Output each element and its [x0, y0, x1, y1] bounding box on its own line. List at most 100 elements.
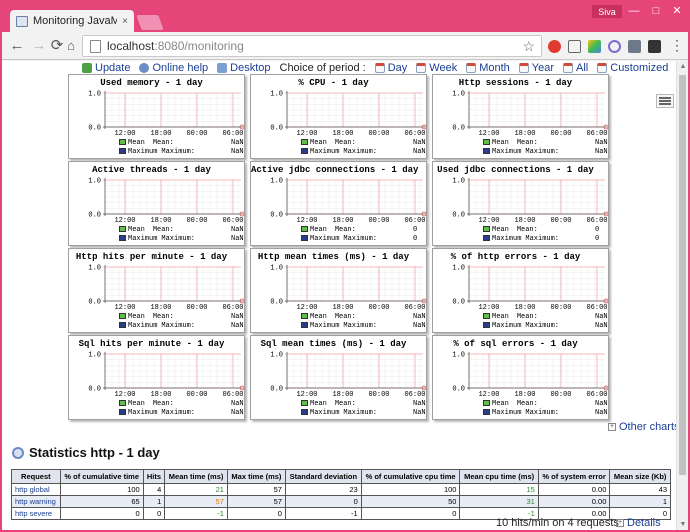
legend-mean-row: Mean Mean: NaN — [119, 313, 244, 321]
chart-card-used-memory-1-day[interactable]: 1.0 0.0 12:00 18:00 00:00 06:00 Used memory - … — [68, 74, 245, 159]
cast-icon[interactable] — [568, 40, 581, 53]
table-cell: 100 — [59, 483, 144, 496]
column-header[interactable]: % of system error — [537, 469, 611, 484]
legend-mean-row: Mean Mean: NaN — [301, 139, 426, 147]
scroll-up-icon[interactable]: ▲ — [678, 63, 688, 70]
maximum-swatch — [119, 409, 126, 415]
update-link[interactable]: Update — [82, 62, 130, 74]
chart-card-sql-hits-per-minute-1-day[interactable]: 1.0 0.0 12:00 18:00 00:00 06:00 Sql hits per m… — [68, 335, 245, 420]
column-header[interactable]: % of cumulative time — [59, 469, 144, 484]
chart-title: Sql hits per minute - 1 day — [78, 339, 225, 349]
legend-maximum-row: Maximum Maximum: NaN — [119, 148, 244, 156]
chart-card-http-hits-per-minute-1-day[interactable]: 1.0 0.0 12:00 18:00 00:00 06:00 Http hits per … — [68, 248, 245, 333]
table-cell: 1 — [142, 495, 166, 508]
link-extension-icon[interactable] — [608, 40, 621, 53]
y-tick-label: 1.0 — [88, 352, 101, 360]
column-header[interactable]: Mean cpu time (ms) — [459, 469, 539, 484]
online-help-link[interactable]: Online help — [139, 62, 208, 74]
legend-mean-row: Mean Mean: 0 — [301, 226, 417, 234]
x-tick-label: 06:00 — [404, 130, 425, 138]
dark-extension-icon[interactable] — [648, 40, 661, 53]
table-cell: 1 — [609, 495, 671, 508]
table-cell: -1 — [284, 507, 362, 520]
table-cell: 23 — [284, 483, 362, 496]
desktop-link[interactable]: Desktop — [217, 62, 271, 74]
opera-extension-icon[interactable] — [548, 40, 561, 53]
period-all-link[interactable]: All — [563, 62, 588, 74]
period-day-link[interactable]: Day — [374, 62, 407, 74]
request-link[interactable]: http warning — [11, 495, 61, 508]
tab-close-icon[interactable]: × — [122, 16, 128, 27]
x-tick-label: 18:00 — [150, 217, 171, 225]
table-row: http global 100 4 21 57 23 100 15 0.00 43 — [11, 483, 671, 496]
column-header[interactable]: % of cumulative cpu time — [360, 469, 461, 484]
table-row: http warning 65 1 57 57 0 50 31 0.00 1 — [11, 495, 671, 508]
chart-card-http-mean-times-ms-1-day[interactable]: 1.0 0.0 12:00 18:00 00:00 06:00 Http mean time… — [250, 248, 427, 333]
column-header[interactable]: Mean size (Kb) — [609, 469, 671, 484]
back-arrow-icon[interactable]: ← — [8, 37, 26, 55]
page-info-icon[interactable] — [90, 39, 101, 53]
x-tick-label: 06:00 — [222, 391, 243, 399]
legend-mean-label: Mean — [310, 139, 327, 147]
legend-mean-row: Mean Mean: NaN — [119, 139, 244, 147]
period-week-link[interactable]: Week — [416, 62, 457, 74]
period-year-link[interactable]: Year — [518, 62, 554, 74]
page-scrollbar[interactable]: ▲ ▼ — [676, 61, 688, 530]
menu-hamburger-icon[interactable] — [656, 94, 674, 108]
chart-title: % of sql errors - 1 day — [453, 339, 578, 349]
maximize-button[interactable]: □ — [645, 4, 667, 18]
chart-card-sql-mean-times-ms-1-day[interactable]: 1.0 0.0 12:00 18:00 00:00 06:00 Sql mean times… — [250, 335, 427, 420]
home-icon[interactable]: ⌂ — [62, 37, 80, 55]
forward-arrow-icon[interactable]: → — [30, 37, 48, 55]
x-tick-label: 12:00 — [478, 391, 499, 399]
legend-maximum-value-label: Maximum: — [343, 409, 378, 417]
address-bar[interactable]: localhost:8080/monitoring ☆ — [82, 35, 542, 57]
x-tick-label: 06:00 — [586, 391, 607, 399]
request-link[interactable]: http global — [11, 483, 61, 496]
legend-mean-value-label: Mean: — [152, 400, 174, 408]
chart-card-of-http-errors-1-day[interactable]: 1.0 0.0 12:00 18:00 00:00 06:00 % of http erro… — [432, 248, 609, 333]
bookmark-star-icon[interactable]: ☆ — [522, 38, 535, 55]
chart-card-active-threads-1-day[interactable]: 1.0 0.0 12:00 18:00 00:00 06:00 Active threads… — [68, 161, 245, 246]
scrollbar-thumb[interactable] — [679, 75, 686, 475]
chart-card-http-sessions-1-day[interactable]: 1.0 0.0 12:00 18:00 00:00 06:00 Http sessions … — [432, 74, 609, 159]
column-header[interactable]: Max time (ms) — [226, 469, 286, 484]
x-tick-label: 06:00 — [404, 304, 425, 312]
column-header[interactable]: Hits — [142, 469, 166, 484]
table-header-row: Request% of cumulative time Hits Mean time… — [11, 469, 671, 484]
browser-tab[interactable]: Monitoring JavaMelody × — [10, 10, 134, 32]
legend-mean-value-label: Mean: — [152, 139, 174, 147]
minimize-button[interactable]: — — [623, 4, 645, 18]
period-month-link[interactable]: Month — [466, 62, 510, 74]
column-header[interactable]: Standard deviation — [284, 469, 362, 484]
chart-card-cpu-1-day[interactable]: 1.0 0.0 12:00 18:00 00:00 06:00 % CPU - 1 day M… — [250, 74, 427, 159]
legend-mean-value-label: Mean: — [152, 313, 174, 321]
pocket-extension-icon[interactable] — [628, 40, 641, 53]
mean-swatch — [301, 139, 308, 145]
legend-maximum-label: Maximum — [128, 235, 158, 243]
x-tick-label: 00:00 — [550, 130, 571, 138]
browser-menu-icon[interactable]: ⋮ — [670, 37, 684, 54]
request-link[interactable]: http severe — [11, 507, 61, 520]
legend-mean-row: Mean Mean: NaN — [483, 400, 608, 408]
column-header[interactable]: Request — [11, 469, 61, 484]
chart-card-active-jdbc-connections-1-day[interactable]: 1.0 0.0 12:00 18:00 00:00 06:00 Active jdbc co… — [250, 161, 427, 246]
statistics-icon — [12, 446, 24, 459]
column-header[interactable]: Mean time (ms) — [164, 469, 228, 484]
legend-mean-label: Mean — [128, 313, 145, 321]
x-tick-label: 18:00 — [514, 130, 535, 138]
period-customized-link[interactable]: Customized — [597, 62, 668, 74]
chart-card-used-jdbc-connections-1-day[interactable]: 1.0 0.0 12:00 18:00 00:00 06:00 Used jdbc conn… — [432, 161, 609, 246]
scroll-down-icon[interactable]: ▼ — [678, 521, 688, 528]
colorful-extension-icon[interactable] — [588, 40, 601, 53]
legend-mean-value: NaN — [413, 313, 426, 321]
chart-card-of-sql-errors-1-day[interactable]: 1.0 0.0 12:00 18:00 00:00 06:00 % of sql error… — [432, 335, 609, 420]
x-tick-label: 12:00 — [478, 130, 499, 138]
x-tick-label: 12:00 — [114, 391, 135, 399]
legend-mean-label: Mean — [492, 400, 509, 408]
new-tab-button[interactable] — [136, 15, 164, 30]
close-window-button[interactable]: ✕ — [666, 4, 688, 18]
profile-badge[interactable]: Siva — [592, 5, 622, 18]
other-charts-link[interactable]: + Other charts — [608, 421, 680, 433]
details-link[interactable]: + Details — [616, 517, 661, 529]
